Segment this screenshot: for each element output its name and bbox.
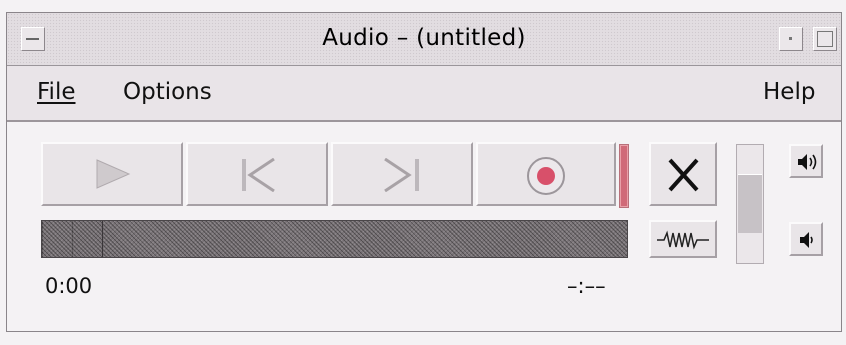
speaker-soft-icon: [800, 232, 813, 248]
window-title: Audio – (untitled): [322, 25, 526, 51]
maximize-icon: [817, 31, 833, 47]
rewind-button[interactable]: [186, 142, 328, 206]
current-time-label: 0:00: [45, 274, 93, 298]
skip-to-end-icon: [384, 158, 419, 192]
waveform-button[interactable]: [649, 220, 717, 258]
play-button[interactable]: [41, 142, 183, 206]
menu-help-label: Help: [763, 79, 816, 105]
volume-slider[interactable]: [736, 144, 764, 264]
forward-button[interactable]: [331, 142, 473, 206]
menu-file-label: File: [37, 79, 76, 105]
maximize-button[interactable]: [813, 27, 837, 51]
minimize-icon: [789, 37, 792, 40]
volume-down-button[interactable]: [789, 222, 823, 256]
menu-options[interactable]: Options: [123, 79, 212, 105]
stop-x-icon: [668, 158, 699, 192]
record-icon: [527, 157, 565, 195]
record-button[interactable]: [476, 142, 616, 206]
menu-options-label: Options: [123, 79, 212, 105]
playback-position-thumb[interactable]: [42, 221, 103, 257]
title-bar[interactable]: Audio – (untitled): [7, 13, 841, 66]
playback-position-slider[interactable]: [41, 220, 628, 258]
audio-window: Audio – (untitled) File Options Help 0:0…: [6, 12, 842, 332]
total-time-label: –:––: [567, 274, 606, 298]
volume-up-button[interactable]: [789, 144, 823, 178]
skip-to-start-icon: [242, 158, 275, 192]
speaker-loud-icon: [798, 154, 817, 170]
menu-file[interactable]: File: [37, 79, 76, 105]
audio-controls-panel: 0:00 –:––: [7, 122, 841, 331]
minimize-button[interactable]: [779, 27, 803, 51]
menu-bar: File Options Help: [7, 66, 841, 122]
record-level-meter: [619, 144, 629, 208]
record-level-fill: [621, 146, 627, 206]
volume-slider-thumb[interactable]: [738, 174, 762, 233]
play-icon: [96, 159, 131, 189]
stop-button[interactable]: [649, 142, 717, 206]
menu-help[interactable]: Help: [763, 79, 815, 105]
waveform-icon: [657, 230, 709, 250]
